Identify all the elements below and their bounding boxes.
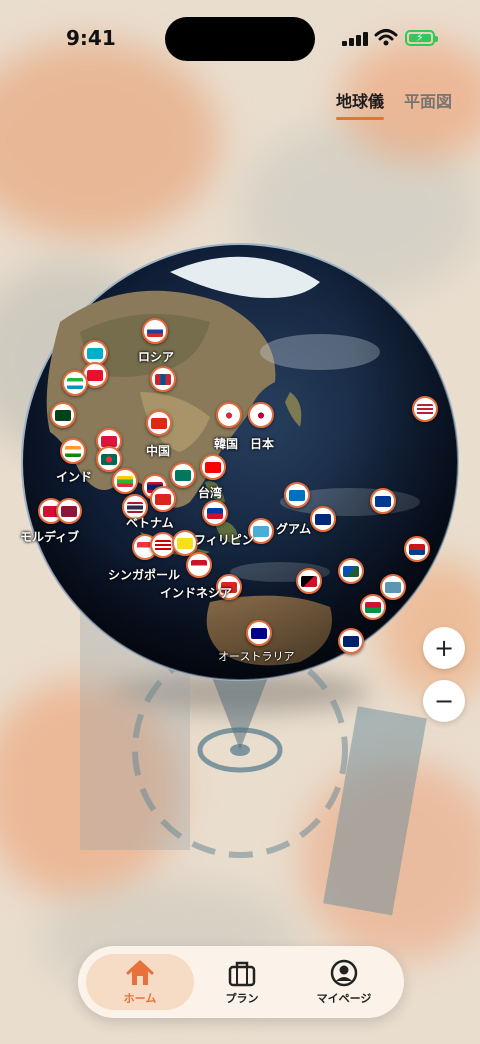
label-singapore: シンガポール	[108, 568, 181, 582]
label-korea: 韓国	[214, 437, 239, 451]
flag-pin-vietnam[interactable]	[150, 486, 176, 512]
globe-earth[interactable]	[20, 242, 460, 682]
flag-pin-japan[interactable]	[248, 402, 274, 428]
label-japan: 日本	[250, 437, 275, 451]
dynamic-island	[165, 17, 315, 61]
suitcase-icon	[228, 961, 256, 986]
home-icon	[126, 960, 154, 985]
label-australia: オーストラリア	[218, 650, 295, 663]
label-indonesia: インドネシア	[160, 586, 233, 600]
label-china: 中国	[146, 444, 171, 458]
flag-pin-papua-new-guinea[interactable]	[296, 568, 322, 594]
battery-icon: ⚡	[405, 30, 438, 46]
flag-pin-myanmar[interactable]	[112, 468, 138, 494]
status-bar: 9:41 ⚡	[0, 0, 480, 80]
status-time: 9:41	[66, 26, 116, 50]
flag-pin-china[interactable]	[146, 410, 172, 436]
flag-pin-sri-lanka[interactable]	[56, 498, 82, 524]
nav-mypage[interactable]: マイページ	[290, 954, 398, 1010]
label-india: インド	[56, 470, 93, 484]
flag-pin-macau[interactable]	[170, 462, 196, 488]
tab-globe[interactable]: 地球儀	[335, 88, 384, 120]
nav-mypage-label: マイページ	[316, 991, 372, 1005]
flag-pin-usa[interactable]	[412, 396, 438, 422]
cellular-signal-icon	[342, 30, 370, 46]
flag-pin-indonesia[interactable]	[186, 552, 212, 578]
flag-pin-australia[interactable]	[246, 620, 272, 646]
view-toggle: 地球儀 平面図	[335, 88, 452, 120]
flag-pin-tuvalu[interactable]	[380, 574, 406, 600]
flag-pin-guam[interactable]	[310, 506, 336, 532]
flag-pin-vanuatu[interactable]	[360, 594, 386, 620]
label-russia: ロシア	[138, 350, 175, 364]
flag-pin-korea[interactable]	[216, 402, 242, 428]
label-vietnam: ベトナム	[126, 516, 174, 530]
flag-pin-pakistan[interactable]	[50, 402, 76, 428]
label-maldives: モルディブ	[20, 530, 80, 544]
user-icon	[330, 959, 358, 986]
zoom-out-button[interactable]: −	[423, 680, 465, 722]
zoom-in-button[interactable]: +	[423, 627, 465, 669]
flag-pin-taiwan[interactable]	[200, 454, 226, 480]
flag-pin-philippines[interactable]	[202, 500, 228, 526]
flag-pin-mongolia[interactable]	[150, 366, 176, 392]
nav-home-label: ホーム	[123, 991, 157, 1005]
flag-pin-northern-mariana[interactable]	[284, 482, 310, 508]
label-philippines: フィリピン	[194, 533, 254, 547]
flag-pin-india[interactable]	[60, 438, 86, 464]
label-taiwan: 台湾	[198, 486, 223, 500]
globe[interactable]: ロシア 中国 韓国 日本 インド 台湾 ベトナム モルディブ フィリピン グアム…	[20, 242, 460, 712]
flag-pin-solomon-islands[interactable]	[338, 558, 364, 584]
label-guam: グアム	[276, 522, 312, 536]
tab-flat-map[interactable]: 平面図	[404, 88, 452, 120]
bottom-tab-bar: ホーム プラン マイページ	[78, 946, 404, 1018]
flag-pin-bangladesh[interactable]	[96, 446, 122, 472]
flag-pin-new-caledonia[interactable]	[338, 628, 364, 654]
nav-plan-label: プラン	[225, 991, 259, 1005]
flag-pin-russia[interactable]	[142, 318, 168, 344]
nav-home[interactable]: ホーム	[86, 954, 194, 1010]
flag-pin-kiribati[interactable]	[404, 536, 430, 562]
nav-plan[interactable]: プラン	[188, 954, 296, 1010]
flag-pin-uzbekistan[interactable]	[62, 370, 88, 396]
flag-pin-marshall-islands[interactable]	[370, 488, 396, 514]
wifi-icon	[374, 29, 398, 46]
